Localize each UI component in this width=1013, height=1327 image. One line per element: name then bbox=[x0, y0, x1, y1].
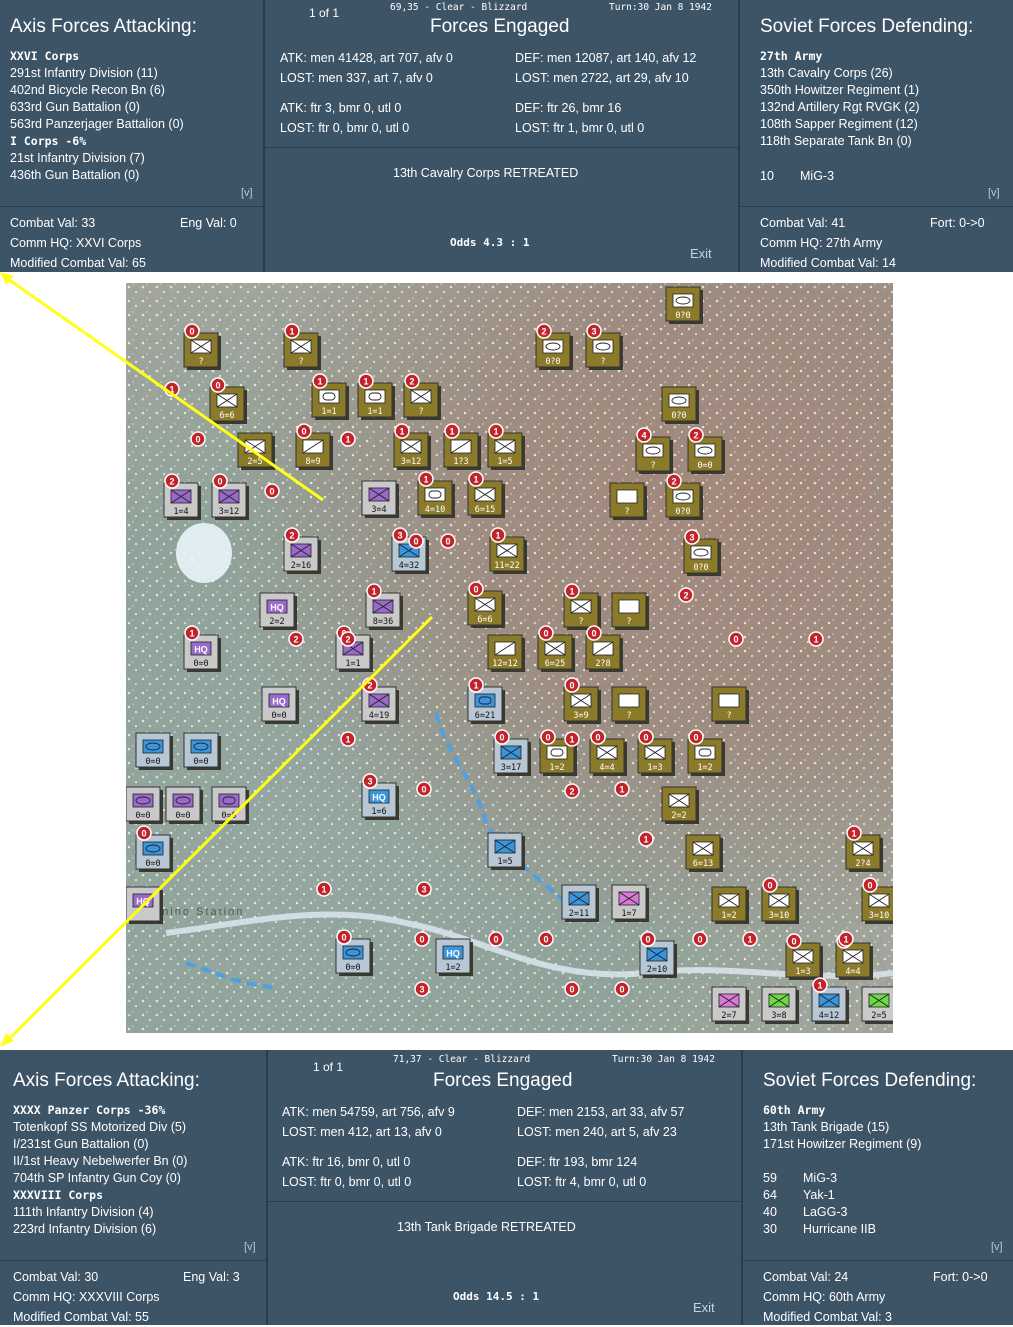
air-unit-entry[interactable]: 59 MiG-3 bbox=[763, 1170, 876, 1187]
air-unit-name: LaGG-3 bbox=[803, 1205, 848, 1219]
turn-date: Turn:30 Jan 8 1942 bbox=[612, 1054, 715, 1065]
air-unit-entry[interactable]: 30 Hurricane IIB bbox=[763, 1221, 876, 1238]
atk-air: ATK: ftr 16, bmr 0, utl 0 bbox=[282, 1155, 411, 1169]
air-unit-entry[interactable]: 40 LaGG-3 bbox=[763, 1204, 876, 1221]
defender-ground-losses: DEF: men 2153, art 33, afv 57 LOST: men … bbox=[517, 1102, 684, 1142]
attacker-ground-losses: ATK: men 54759, art 756, afv 9 LOST: men… bbox=[282, 1102, 455, 1142]
arrow-line-bottom bbox=[6, 615, 434, 1042]
air-unit-count: 64 bbox=[763, 1188, 777, 1202]
attacker-stats: Combat Val: 30 Comm HQ: XXXVIII Corps Mo… bbox=[13, 1267, 160, 1327]
def-ground-lost: LOST: men 240, art 5, afv 23 bbox=[517, 1125, 677, 1139]
attacker-unit-list: XXXX Panzer Corps -36% Totenkopf SS Motor… bbox=[13, 1102, 187, 1238]
exit-button[interactable]: Exit bbox=[693, 1300, 715, 1315]
unit-entry[interactable]: II/1st Heavy Nebelwerfer Bn (0) bbox=[13, 1153, 187, 1170]
def-ground: DEF: men 2153, art 33, afv 57 bbox=[517, 1105, 685, 1119]
atk-ground: ATK: men 54759, art 756, afv 9 bbox=[282, 1105, 455, 1119]
forces-engaged-panel: 1 of 1 71,37 - Clear - Blizzard Turn:30 … bbox=[268, 1050, 741, 1325]
air-unit-count: 40 bbox=[763, 1205, 777, 1219]
combat-value: Combat Val: 30 bbox=[13, 1270, 99, 1284]
unit-entry[interactable]: I/231st Gun Battalion (0) bbox=[13, 1136, 187, 1153]
air-unit-count: 59 bbox=[763, 1171, 777, 1185]
expand-defenders-button[interactable]: [v] bbox=[991, 1241, 1003, 1253]
unit-entry[interactable]: Totenkopf SS Motorized Div (5) bbox=[13, 1119, 187, 1136]
def-air: DEF: ftr 193, bmr 124 bbox=[517, 1155, 638, 1169]
divider bbox=[268, 1201, 741, 1202]
combat-value: Combat Val: 24 bbox=[763, 1270, 849, 1284]
divider bbox=[743, 1260, 1013, 1261]
defender-panel: Soviet Forces Defending: 60th Army 13th T… bbox=[743, 1050, 1013, 1325]
unit-entry[interactable]: 111th Infantry Division (4) bbox=[13, 1204, 187, 1221]
defender-title: Soviet Forces Defending: bbox=[763, 1070, 977, 1091]
unit-entry[interactable]: 171st Howitzer Regiment (9) bbox=[763, 1136, 921, 1153]
comm-hq: Comm HQ: XXXVIII Corps bbox=[13, 1290, 160, 1304]
def-air-lost: LOST: ftr 4, bmr 0, utl 0 bbox=[517, 1175, 647, 1189]
atk-ground-lost: LOST: men 412, art 13, afv 0 bbox=[282, 1125, 442, 1139]
attacker-air-losses: ATK: ftr 16, bmr 0, utl 0 LOST: ftr 0, b… bbox=[282, 1152, 411, 1192]
forces-engaged-title: Forces Engaged bbox=[433, 1070, 573, 1091]
defender-stats: Combat Val: 24 Comm HQ: 60th Army Modifi… bbox=[763, 1267, 892, 1327]
combat-result: 13th Tank Brigade RETREATED bbox=[397, 1220, 576, 1234]
air-unit-entry[interactable]: 64 Yak-1 bbox=[763, 1187, 876, 1204]
page-indicator: 1 of 1 bbox=[313, 1060, 344, 1074]
attacker-title: Axis Forces Attacking: bbox=[13, 1070, 200, 1091]
unit-entry[interactable]: 223rd Infantry Division (6) bbox=[13, 1221, 187, 1238]
corps-header: XXXX Panzer Corps -36% bbox=[13, 1103, 166, 1117]
expand-attackers-button[interactable]: [v] bbox=[244, 1241, 256, 1253]
modified-combat-value: Modified Combat Val: 3 bbox=[763, 1310, 892, 1324]
comm-hq: Comm HQ: 60th Army bbox=[763, 1290, 886, 1304]
atk-air-lost: LOST: ftr 0, bmr 0, utl 0 bbox=[282, 1175, 412, 1189]
odds: Odds 14.5 : 1 bbox=[453, 1290, 540, 1303]
air-unit-list: 59 MiG-3 64 Yak-1 40 LaGG-3 30 Hurricane IIB bbox=[763, 1170, 876, 1238]
corps-header: XXXVIII Corps bbox=[13, 1188, 104, 1202]
arrow-line-top bbox=[7, 277, 324, 502]
unit-entry[interactable]: 13th Tank Brigade (15) bbox=[763, 1119, 921, 1136]
modified-combat-value: Modified Combat Val: 55 bbox=[13, 1310, 149, 1324]
air-unit-name: Yak-1 bbox=[803, 1188, 835, 1202]
divider bbox=[0, 1260, 266, 1261]
unit-entry[interactable]: 704th SP Infantry Gun Coy (0) bbox=[13, 1170, 187, 1187]
defender-air-losses: DEF: ftr 193, bmr 124 LOST: ftr 4, bmr 0… bbox=[517, 1152, 646, 1192]
air-unit-count: 30 bbox=[763, 1222, 777, 1236]
defender-unit-list: 60th Army 13th Tank Brigade (15) 171st How… bbox=[763, 1102, 921, 1153]
attacker-panel: Axis Forces Attacking: XXXX Panzer Corps… bbox=[0, 1050, 266, 1325]
location-weather: 71,37 - Clear - Blizzard bbox=[393, 1054, 531, 1065]
fort-level: Fort: 0->0 bbox=[933, 1270, 988, 1284]
air-unit-name: Hurricane IIB bbox=[803, 1222, 876, 1236]
combat-report-bottom: Axis Forces Attacking: XXXX Panzer Corps… bbox=[0, 1050, 1013, 1325]
air-unit-name: MiG-3 bbox=[803, 1171, 838, 1185]
eng-value: Eng Val: 3 bbox=[183, 1270, 240, 1284]
corps-header: 60th Army bbox=[763, 1103, 826, 1117]
